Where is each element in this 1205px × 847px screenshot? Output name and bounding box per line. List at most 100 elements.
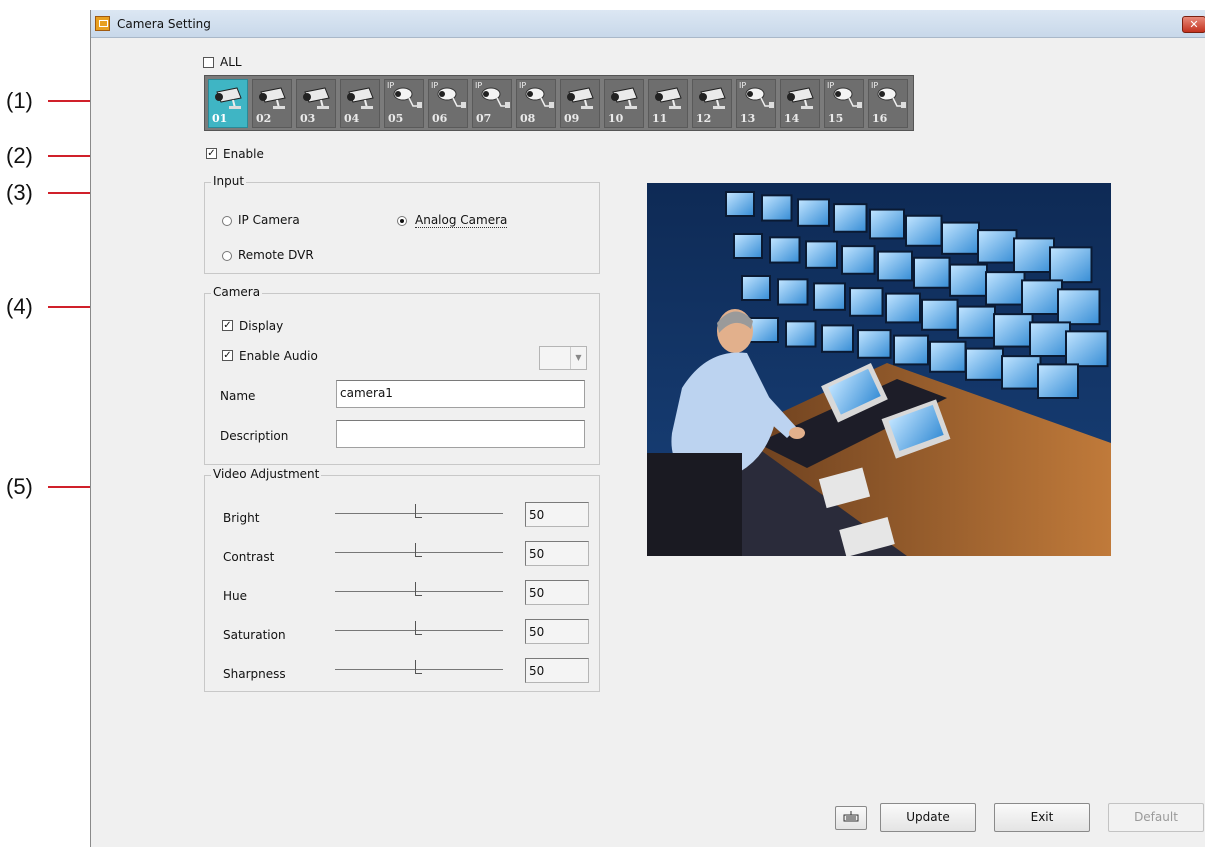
camera-tile-12[interactable]: 12: [692, 79, 732, 128]
camera-tile-03[interactable]: 03: [296, 79, 336, 128]
video-value-field[interactable]: 50: [525, 658, 589, 683]
enable-audio-checkbox[interactable]: ✓: [222, 350, 233, 361]
window-title: Camera Setting: [117, 17, 211, 31]
camera-number: 09: [564, 112, 580, 125]
keyboard-button[interactable]: [835, 806, 867, 830]
camera-tile-07[interactable]: IP 07: [472, 79, 512, 128]
video-row-label: Bright: [223, 511, 260, 525]
remote-dvr-radio[interactable]: [222, 251, 232, 261]
display-checkbox[interactable]: ✓: [222, 320, 233, 331]
callout-3: (3): [6, 180, 33, 205]
callout-5: (5): [6, 474, 33, 499]
ip-camera-icon: [745, 87, 774, 108]
camera-tile-02[interactable]: 02: [252, 79, 292, 128]
camera-tile-16[interactable]: IP 16: [868, 79, 908, 128]
camera-number: 03: [300, 112, 316, 125]
all-label: ALL: [220, 55, 242, 69]
callout-1: (1): [6, 88, 33, 113]
analog-camera-icon: [259, 87, 286, 109]
title-bar[interactable]: Camera Setting ✕: [91, 10, 1205, 38]
analog-camera-radio[interactable]: [397, 216, 407, 226]
description-input[interactable]: [336, 420, 585, 448]
camera-tile-14[interactable]: 14: [780, 79, 820, 128]
camera-tile-11[interactable]: 11: [648, 79, 688, 128]
analog-camera-label: Analog Camera: [415, 213, 508, 228]
enable-checkbox[interactable]: ✓: [206, 148, 217, 159]
video-adjustment-title: Video Adjustment: [211, 467, 322, 481]
camera-preview-image: [647, 183, 1111, 556]
chevron-down-icon: ▼: [570, 347, 586, 369]
camera-number: 05: [388, 112, 404, 125]
camera-number: 08: [520, 112, 536, 125]
update-button[interactable]: Update: [880, 803, 976, 832]
display-label: Display: [239, 319, 284, 333]
ip-camera-label: IP Camera: [238, 213, 300, 227]
slider-thumb[interactable]: [415, 504, 422, 518]
video-row-label: Sharpness: [223, 667, 286, 681]
all-checkbox[interactable]: [203, 57, 214, 68]
ip-camera-icon: [877, 87, 906, 108]
description-label: Description: [220, 429, 289, 443]
camera-tile-06[interactable]: IP 06: [428, 79, 468, 128]
camera-tile-10[interactable]: 10: [604, 79, 644, 128]
analog-camera-icon: [347, 87, 374, 109]
analog-camera-icon: [303, 87, 330, 109]
camera-number: 02: [256, 112, 272, 125]
camera-selector-strip: 01 02 03 04 IP 05 IP 06 IP 07 IP 08 09 10 11 12 IP 13 14 IP…: [204, 75, 914, 131]
camera-number: 01: [212, 112, 228, 125]
camera-number: 10: [608, 112, 624, 125]
surveillance-room-illustration: [647, 183, 1111, 556]
camera-tile-01[interactable]: 01: [208, 79, 248, 128]
camera-group: Camera ✓ Display ✓ Enable Audio ▼ Name c…: [204, 285, 600, 465]
app-icon: [95, 16, 110, 31]
camera-number: 11: [652, 112, 668, 125]
camera-setting-window: Camera Setting ✕ ALL 01 02 03 04 IP 05 IP 06 IP 0…: [90, 10, 1205, 847]
video-adjustment-group: Video Adjustment Bright 50 Contrast 50 Hue 50…: [204, 467, 600, 692]
analog-camera-icon: [699, 87, 726, 109]
video-value-field[interactable]: 50: [525, 541, 589, 566]
camera-tile-09[interactable]: 09: [560, 79, 600, 128]
ip-camera-icon: [481, 87, 510, 108]
video-value-field[interactable]: 50: [525, 502, 589, 527]
exit-button[interactable]: Exit: [994, 803, 1090, 832]
analog-camera-icon: [655, 87, 682, 109]
slider-thumb[interactable]: [415, 660, 422, 674]
analog-camera-icon: [787, 87, 814, 109]
camera-tile-13[interactable]: IP 13: [736, 79, 776, 128]
ip-camera-icon: [393, 87, 422, 108]
remote-dvr-label: Remote DVR: [238, 248, 314, 262]
close-button[interactable]: ✕: [1182, 16, 1205, 33]
analog-camera-icon: [611, 87, 638, 109]
camera-number: 13: [740, 112, 756, 125]
camera-tile-05[interactable]: IP 05: [384, 79, 424, 128]
camera-group-title: Camera: [211, 285, 263, 299]
audio-channel-select[interactable]: ▼: [539, 346, 587, 370]
slider-thumb[interactable]: [415, 582, 422, 596]
default-button[interactable]: Default: [1108, 803, 1204, 832]
camera-number: 07: [476, 112, 492, 125]
video-row-label: Hue: [223, 589, 248, 603]
enable-label: Enable: [223, 147, 264, 161]
camera-tile-04[interactable]: 04: [340, 79, 380, 128]
name-input[interactable]: camera1: [336, 380, 585, 408]
camera-number: 15: [828, 112, 844, 125]
video-value-field[interactable]: 50: [525, 580, 589, 605]
ip-camera-radio[interactable]: [222, 216, 232, 226]
slider-thumb[interactable]: [415, 621, 422, 635]
callout-2: (2): [6, 143, 33, 168]
callout-4: (4): [6, 294, 33, 319]
camera-tile-08[interactable]: IP 08: [516, 79, 556, 128]
enable-audio-label: Enable Audio: [239, 349, 318, 363]
video-row-label: Contrast: [223, 550, 275, 564]
input-group: Input IP Camera Analog Camera Remote DVR: [204, 174, 600, 274]
slider-thumb[interactable]: [415, 543, 422, 557]
keyboard-icon: [843, 811, 859, 825]
analog-camera-icon: [215, 87, 242, 109]
video-value-field[interactable]: 50: [525, 619, 589, 644]
camera-number: 06: [432, 112, 448, 125]
camera-number: 12: [696, 112, 712, 125]
camera-number: 04: [344, 112, 360, 125]
name-label: Name: [220, 389, 256, 403]
camera-number: 16: [872, 112, 888, 125]
camera-tile-15[interactable]: IP 15: [824, 79, 864, 128]
